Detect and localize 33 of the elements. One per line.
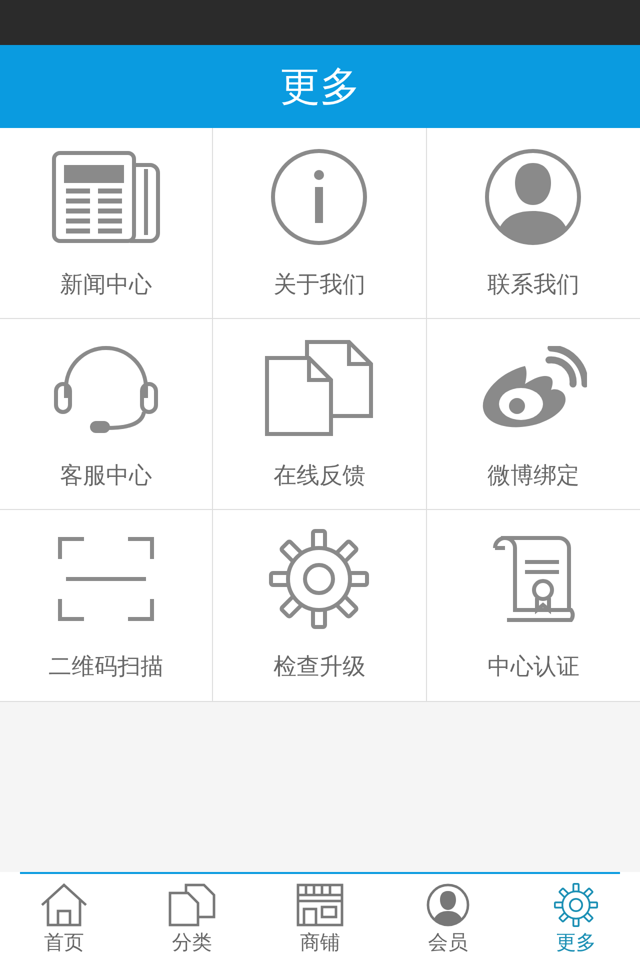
gear-icon [269, 529, 370, 629]
menu-tile[interactable]: 联系我们 [426, 128, 640, 319]
house-icon [40, 882, 88, 926]
tile-label: 客服中心 [60, 462, 152, 490]
menu-tile[interactable]: 微博绑定 [426, 319, 640, 510]
menu-tile[interactable]: 二维码扫描 [0, 510, 214, 701]
tab-item[interactable]: 会员 [384, 872, 512, 960]
tile-label: 在线反馈 [273, 462, 366, 490]
tile-label: 检查升级 [273, 653, 366, 682]
page-title: 更多 [280, 63, 360, 112]
documents-icon [168, 882, 216, 926]
tile-label: 联系我们 [487, 270, 580, 300]
scan-frame-icon [58, 537, 154, 621]
tile-label: 关于我们 [273, 270, 366, 300]
newspaper-icon [52, 150, 160, 242]
gear-icon [554, 882, 598, 926]
tab-item[interactable]: 分类 [128, 872, 256, 960]
tile-label: 新闻中心 [60, 270, 152, 300]
documents-icon [265, 340, 374, 436]
person-icon [424, 882, 472, 926]
menu-tile[interactable]: 在线反馈 [213, 319, 427, 510]
tab-item[interactable]: 商铺 [256, 872, 384, 960]
tile-label: 中心认证 [487, 653, 580, 682]
tab-item[interactable]: 首页 [0, 872, 128, 960]
storefront-icon [296, 882, 344, 926]
menu-tile[interactable]: 新闻中心 [0, 128, 214, 319]
tab-item[interactable]: 更多 [512, 872, 640, 960]
tile-label: 微博绑定 [487, 462, 580, 490]
tile-label: 二维码扫描 [48, 653, 164, 682]
menu-tile[interactable]: 客服中心 [0, 319, 214, 510]
menu-tile[interactable]: 检查升级 [213, 510, 427, 701]
menu-tile[interactable]: 关于我们 [213, 128, 427, 319]
menu-tile[interactable]: 中心认证 [426, 510, 640, 701]
